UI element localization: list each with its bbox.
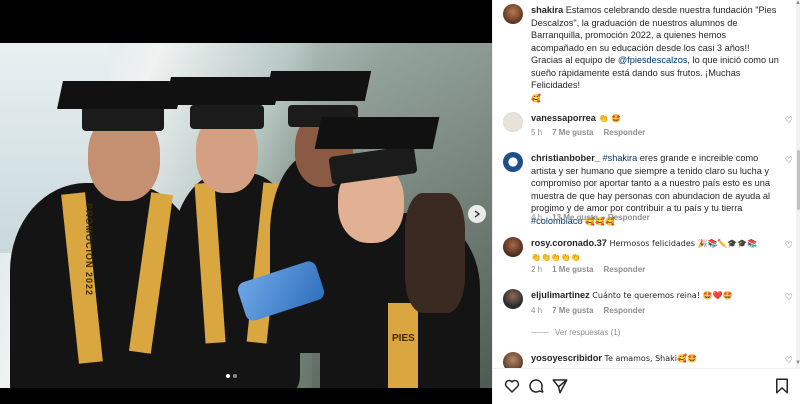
comment-meta: 2 h 1 Me gusta Responder [531, 265, 645, 274]
comment-like-heart-icon[interactable]: ♡ [785, 155, 793, 166]
comment-likes[interactable]: 1 Me gusta [552, 265, 593, 274]
post-caption: shakira Estamos celebrando desde nuestra… [531, 4, 779, 105]
comment-time: 4 h [531, 306, 543, 315]
post-photo[interactable]: PROMOCIÓN 2022 PIES [0, 43, 492, 388]
comment-likes[interactable]: 7 Me gusta [552, 128, 593, 137]
comment-like-heart-icon[interactable]: ♡ [785, 115, 793, 126]
scroll-down-arrow-icon[interactable]: ▼ [795, 360, 800, 366]
comment-like-heart-icon[interactable]: ♡ [785, 355, 793, 366]
comment-username[interactable]: yosoyescribidor [531, 353, 602, 363]
comment-username[interactable]: rosy.coronado.37 [531, 238, 607, 248]
reply-button[interactable]: Responder [603, 265, 645, 274]
caption-mention[interactable]: @fpiesdescalzos [618, 55, 688, 65]
comments-scroll[interactable]: shakira Estamos celebrando desde nuestra… [493, 0, 800, 368]
comment-text: Te amamos, Shaki🥰🤩 [604, 354, 697, 363]
comment-text: Hermosos felicidades 🎉📚✏️🎓🎓📚 [609, 239, 758, 248]
comment-like-heart-icon[interactable]: ♡ [785, 292, 793, 303]
comment-username[interactable]: eljulimartinez [531, 290, 590, 300]
chevron-right-icon [474, 210, 481, 218]
comment-likes[interactable]: 13 Me gusta [552, 213, 598, 222]
comment-avatar[interactable] [503, 152, 523, 172]
comment-likes[interactable]: 7 Me gusta [552, 306, 593, 315]
comment-meta: 4 h 7 Me gusta Responder [531, 306, 645, 315]
author-username[interactable]: shakira [531, 5, 563, 15]
comment-4: eljulimartinez Cuánto te queremos reina!… [531, 289, 779, 303]
next-image-button[interactable] [468, 205, 486, 223]
view-replies-label[interactable]: Ver respuestas (1) [555, 328, 620, 337]
comment-username[interactable]: vanessaporrea [531, 113, 596, 123]
author-avatar[interactable] [503, 4, 523, 24]
caption-emoji: 🥰 [531, 93, 541, 103]
comment-time: 2 h [531, 265, 543, 274]
comment-5: yosoyescribidor Te amamos, Shaki🥰🤩 [531, 352, 779, 366]
comment-time: 4 h [531, 213, 543, 222]
carousel-dots [226, 374, 237, 378]
comment-meta: 5 h 7 Me gusta Responder [531, 128, 645, 137]
bookmark-icon[interactable] [773, 377, 791, 395]
stole-text: PROMOCIÓN 2022 [84, 203, 94, 297]
comment-avatar[interactable] [503, 112, 523, 132]
comment-text: Cuánto te queremos reina! 🤩❤️🤩 [592, 291, 733, 300]
comment-like-heart-icon[interactable]: ♡ [785, 240, 793, 251]
comment-meta: 4 h 13 Me gusta Responder [531, 213, 650, 222]
comments-panel: shakira Estamos celebrando desde nuestra… [492, 0, 800, 404]
comment-3: rosy.coronado.37 Hermosos felicidades 🎉📚… [531, 237, 779, 264]
stole-text-2: PIES [392, 333, 415, 344]
heart-icon[interactable] [503, 377, 521, 395]
comment-avatar[interactable] [503, 289, 523, 309]
comment-avatar[interactable] [503, 352, 523, 368]
replies-divider [531, 332, 549, 333]
share-icon[interactable] [551, 377, 569, 395]
carousel-dot [233, 374, 237, 378]
comment-text: 👏 🤩 [598, 114, 621, 123]
comment-icon[interactable] [527, 377, 545, 395]
comment-username[interactable]: christianbober_ [531, 153, 600, 163]
comment-emojis: 👏👏👏👏👏 [531, 252, 581, 262]
view-replies-button[interactable]: Ver respuestas (1) [531, 328, 620, 337]
reply-button[interactable]: Responder [608, 213, 650, 222]
scroll-up-arrow-icon[interactable]: ▲ [795, 0, 800, 6]
carousel-dot [226, 374, 230, 378]
post-actions [493, 368, 800, 404]
comment-avatar[interactable] [503, 237, 523, 257]
post-media: PROMOCIÓN 2022 PIES [0, 0, 492, 404]
comment-time: 5 h [531, 128, 543, 137]
reply-button[interactable]: Responder [603, 128, 645, 137]
caption-text: Estamos celebrando desde nuestra fundaci… [531, 5, 777, 53]
comment-mention[interactable]: #shakira [603, 153, 638, 163]
comments-scrollbar[interactable] [796, 0, 800, 368]
reply-button[interactable]: Responder [603, 306, 645, 315]
caption-thanks: Gracias al equipo de [531, 55, 618, 65]
comment-1: vanessaporrea 👏 🤩 [531, 112, 779, 126]
